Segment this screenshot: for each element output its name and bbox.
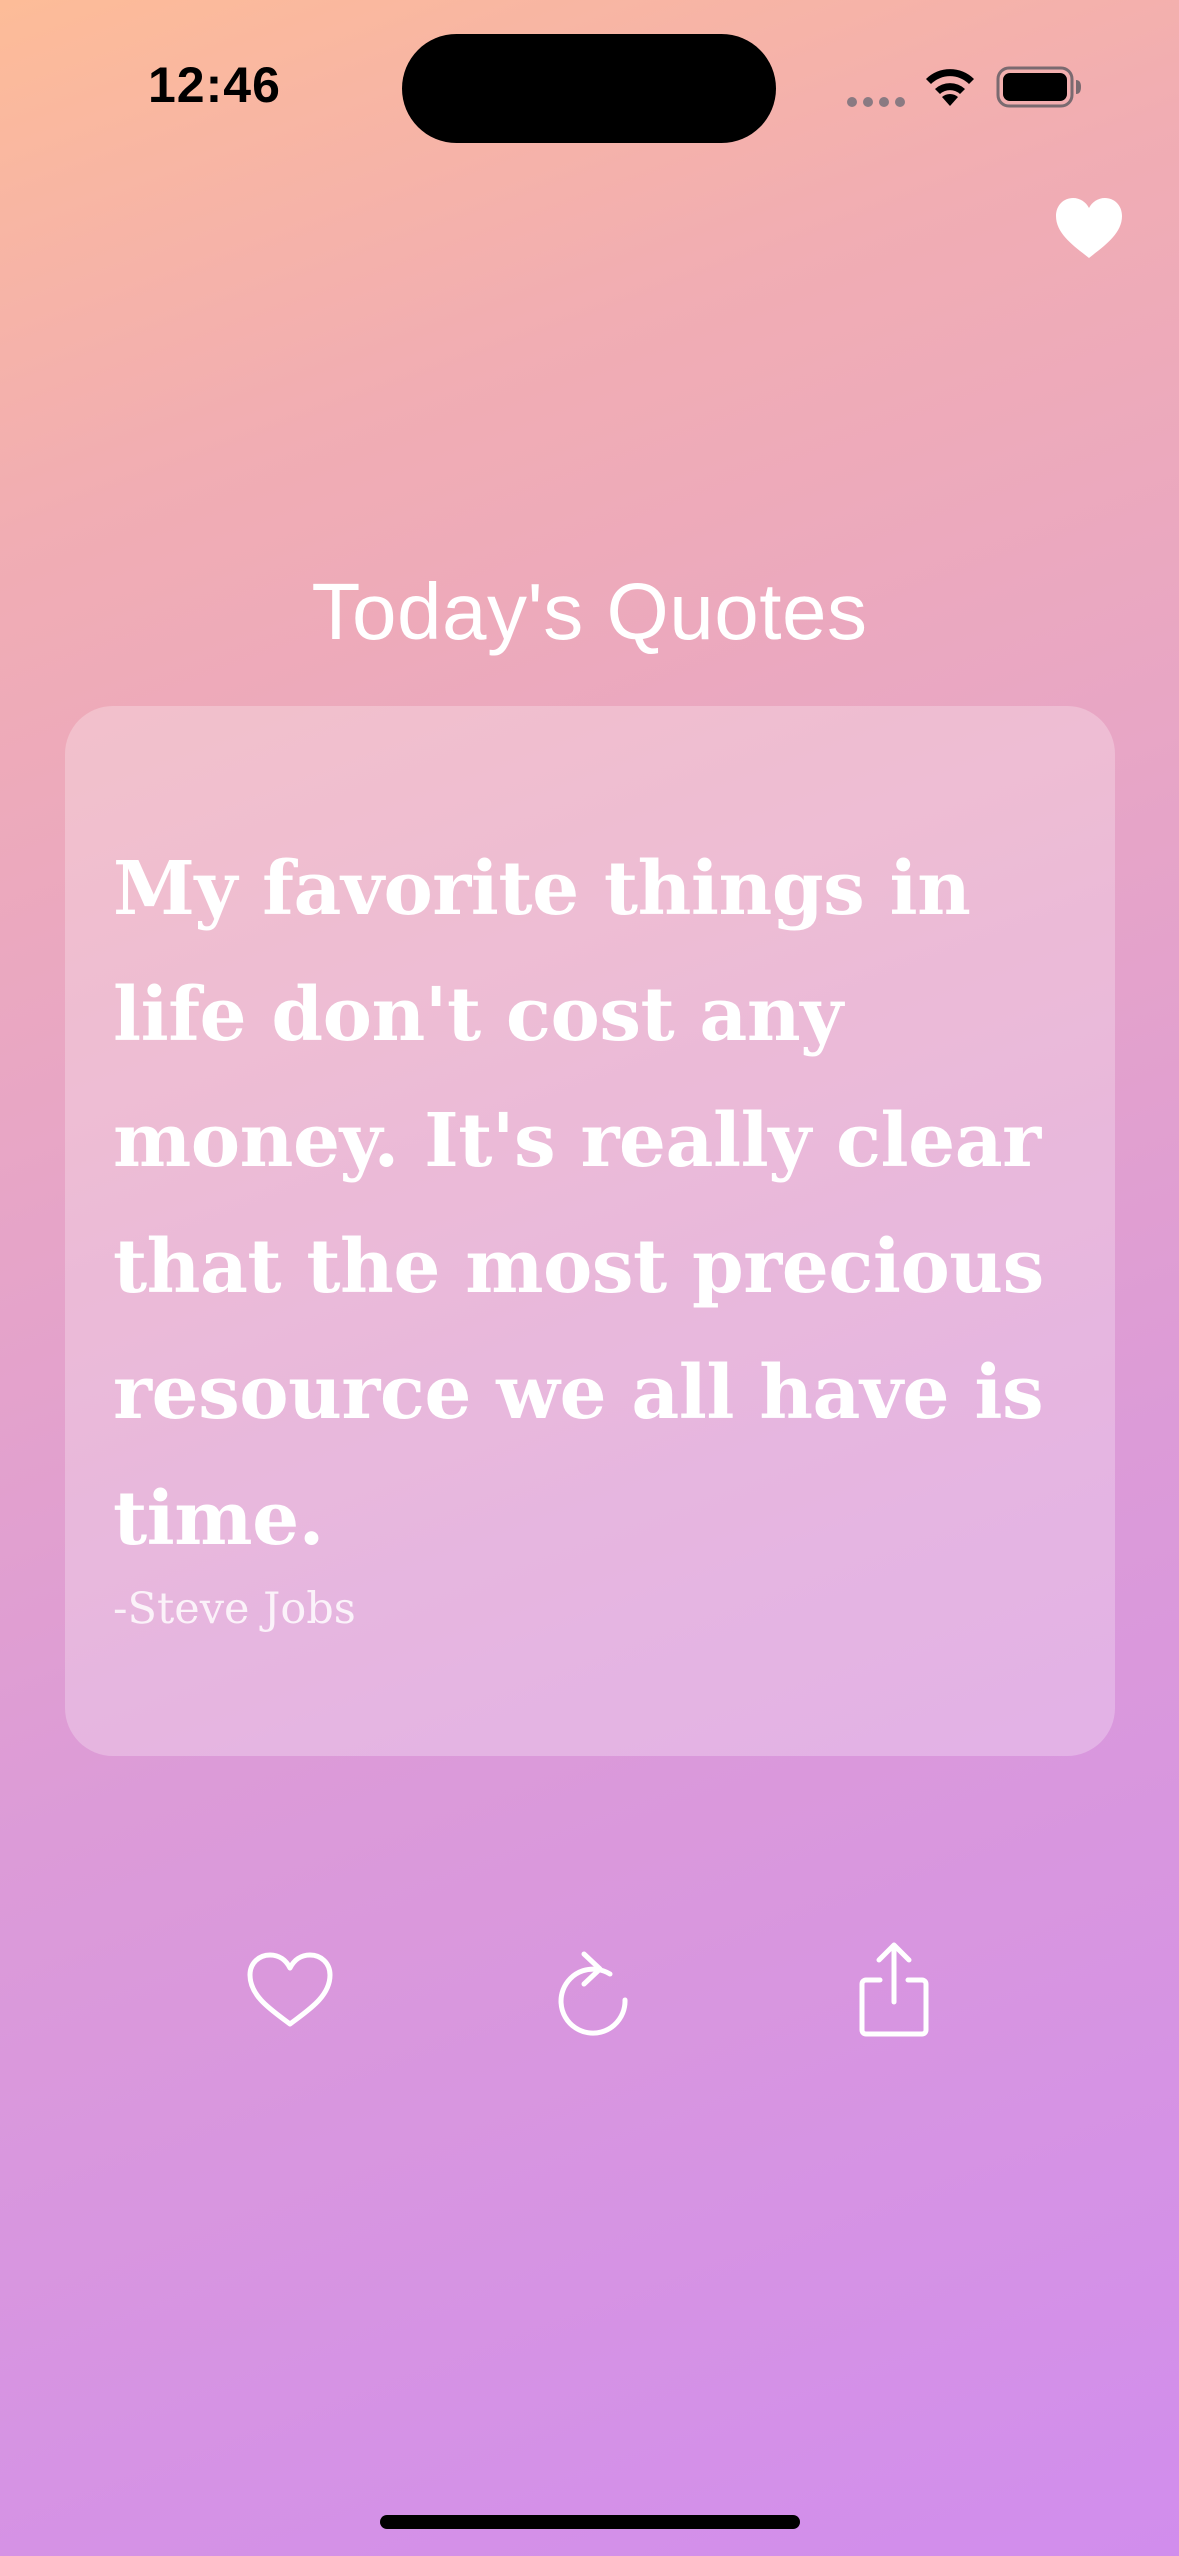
battery-icon: [996, 66, 1081, 108]
quote-text: My favorite things in life don't cost an…: [113, 846, 1044, 1562]
quote-card: My favorite things in life don't cost an…: [65, 706, 1115, 1756]
status-time: 12:46: [148, 57, 281, 113]
share-icon: [859, 1942, 929, 2037]
heart-outline-icon: [247, 1952, 333, 2027]
refresh-icon: [558, 1951, 628, 2036]
share-button[interactable]: [844, 1940, 944, 2040]
quote-author: -Steve Jobs: [113, 1584, 356, 1634]
wifi-icon: [926, 69, 974, 106]
home-indicator[interactable]: [380, 2515, 800, 2529]
heart-filled-icon: [1056, 198, 1122, 258]
dynamic-island: [402, 34, 776, 143]
refresh-button[interactable]: [543, 1940, 643, 2040]
like-button[interactable]: [240, 1940, 340, 2040]
page-title: Today's Quotes: [311, 567, 868, 656]
favorites-button[interactable]: [1054, 196, 1124, 260]
cellular-signal-icon: [847, 97, 905, 107]
